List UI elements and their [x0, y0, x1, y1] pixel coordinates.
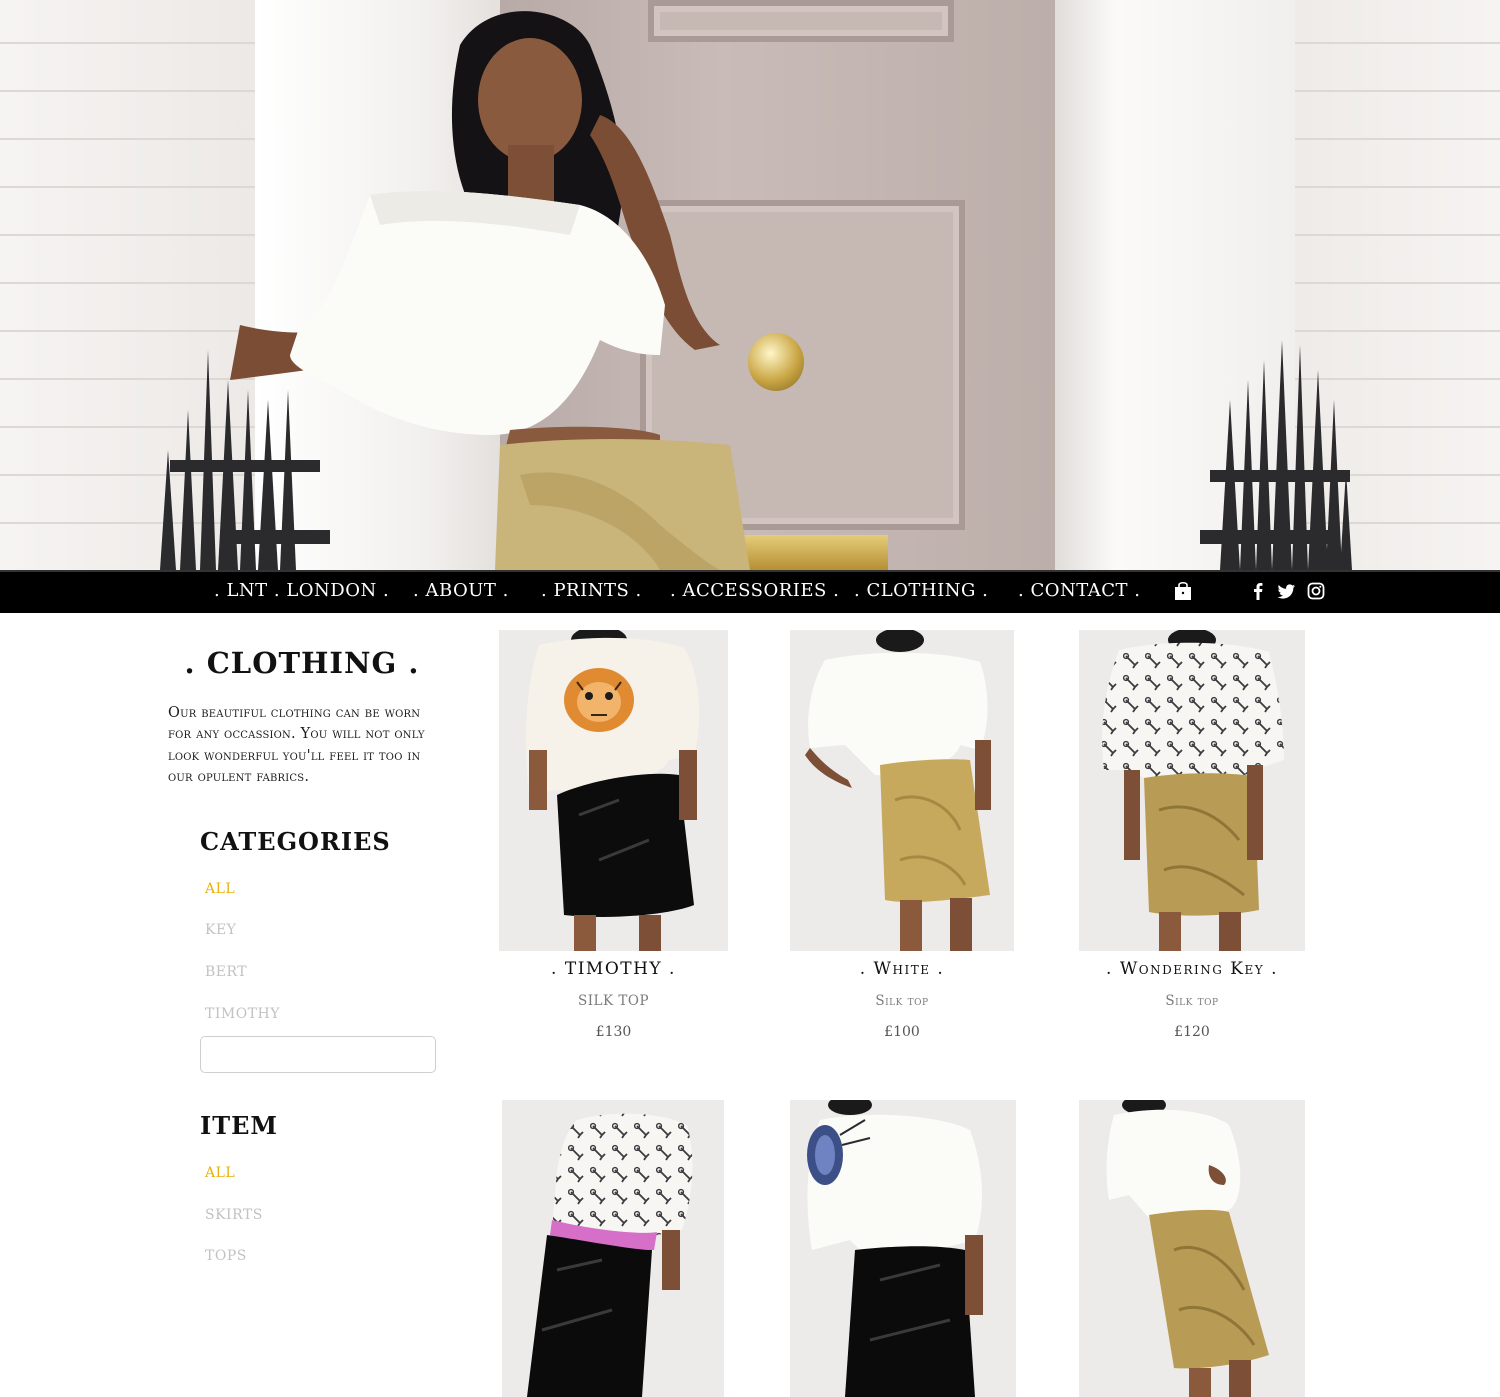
model-photo	[230, 11, 750, 570]
nav-item-about[interactable]: . ABOUT .	[413, 580, 509, 601]
product-name[interactable]: . White .	[790, 959, 1014, 979]
product-price: £100	[884, 1024, 920, 1040]
product-name[interactable]: . Wondering Key .	[1079, 959, 1305, 979]
product-image-white-gold[interactable]	[1079, 1100, 1305, 1397]
categories-heading: CATEGORIES	[200, 827, 391, 856]
category-filter-all[interactable]: ALL	[205, 881, 235, 897]
product-image-key-top-black-skirt[interactable]	[502, 1100, 724, 1397]
category-filter-bert[interactable]: BERT	[205, 964, 247, 980]
facebook-icon[interactable]	[1248, 580, 1268, 602]
shopping-bag-icon[interactable]	[1173, 580, 1193, 602]
nav-item-clothing[interactable]: . CLOTHING .	[854, 580, 988, 601]
product-type: SILK TOP	[577, 993, 650, 1009]
nav-item-accessories[interactable]: . ACCESSORIES .	[670, 580, 839, 601]
product-image-wondering-key[interactable]	[1079, 630, 1305, 951]
item-filter-all[interactable]: ALL	[205, 1165, 235, 1181]
instagram-icon[interactable]	[1306, 580, 1326, 602]
nav-item-home[interactable]: . LNT . LONDON .	[214, 580, 389, 601]
item-filter-skirts[interactable]: SKIRTS	[205, 1207, 263, 1223]
product-image-beetle-top[interactable]	[790, 1100, 1016, 1397]
product-price: £120	[1174, 1024, 1210, 1040]
iron-railing-right	[1200, 340, 1352, 570]
twitter-icon[interactable]	[1276, 580, 1296, 602]
nav-item-prints[interactable]: . PRINTS .	[541, 580, 642, 601]
product-image-timothy[interactable]	[499, 630, 728, 951]
intro-text: Our beautiful clothing can be worn for a…	[168, 705, 425, 786]
nav-item-contact[interactable]: . CONTACT .	[1018, 580, 1140, 601]
product-type: Silk top	[875, 993, 929, 1009]
category-filter-key[interactable]: KEY	[205, 922, 236, 938]
product-image-white[interactable]	[790, 630, 1014, 951]
search-input[interactable]	[200, 1036, 436, 1073]
product-name[interactable]: . TIMOTHY .	[499, 959, 728, 979]
category-filter-timothy[interactable]: TIMOTHY	[205, 1006, 280, 1022]
product-price: £130	[595, 1024, 632, 1040]
item-heading: ITEM	[200, 1111, 278, 1140]
main-navbar: . LNT . LONDON . . ABOUT . . PRINTS . . …	[0, 570, 1500, 613]
item-filter-tops[interactable]: TOPS	[205, 1248, 247, 1264]
hero-banner-image	[0, 0, 1500, 570]
page-title: . CLOTHING .	[184, 646, 420, 680]
product-type: Silk top	[1165, 993, 1219, 1009]
